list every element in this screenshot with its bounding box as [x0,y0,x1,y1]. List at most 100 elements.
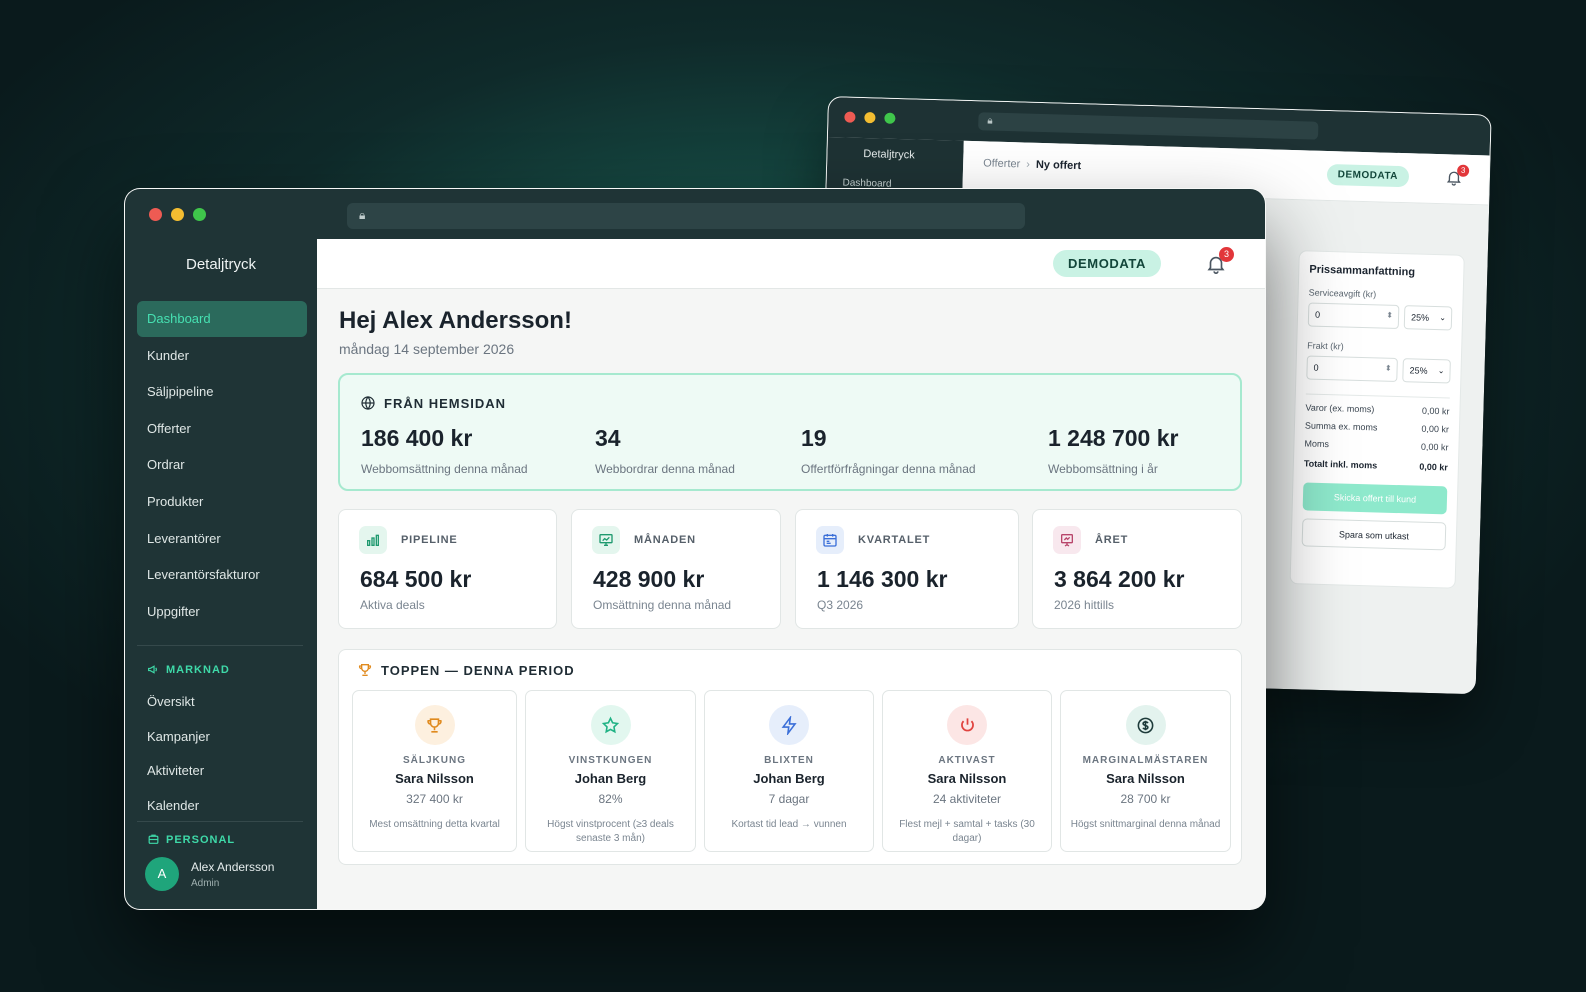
total-value: 0,00 kr [1419,461,1449,473]
sidebar-item-sales-pipeline[interactable]: Säljpipeline [137,374,307,410]
award-winner: Johan Berg [574,771,647,786]
stepper-icon[interactable]: ⬍ [1385,364,1392,373]
user-profile[interactable]: A Alex Andersson Admin [145,857,274,891]
close-window-button[interactable] [149,208,162,221]
award-icon-wrap [1125,705,1166,745]
award-card[interactable]: BLIXTEN Johan Berg 7 dagar Kortast tid l… [704,690,874,852]
notification-badge: 3 [1456,164,1470,177]
sidebar-item-calendar[interactable]: Kalender [137,789,307,823]
window-controls [844,111,896,124]
service-fee-input[interactable]: 0 ⬍ [1307,302,1400,330]
kpi-card-year[interactable]: ÅRET 3 864 200 kr 2026 hittills [1032,509,1242,629]
sidebar-item-campaigns[interactable]: Kampanjer [137,720,307,754]
award-winner: Sara Nilsson [1106,771,1185,786]
sidebar-item-tasks[interactable]: Uppgifter [137,594,307,630]
kpi-card-month[interactable]: MÅNADEN 428 900 kr Omsättning denna måna… [571,509,781,629]
send-quote-button[interactable]: Skicka offert till kund [1302,482,1448,515]
maximize-window-button[interactable] [884,112,896,124]
award-winner: Sara Nilsson [927,771,1007,786]
power-icon [960,717,974,731]
service-fee-vat-select[interactable]: 25% ⌄ [1403,305,1453,331]
window-controls [149,208,206,221]
top-performers-title: TOPPEN — DENNA PERIOD [381,662,575,678]
dashboard-main: Hej Alex Andersson! måndag 14 september … [317,289,1265,909]
chevron-down-icon: ⌄ [1439,313,1447,323]
web-stat-label: Webbomsättning i år [1048,462,1158,476]
price-summary-title: Prissammanfattning [1309,263,1416,279]
kpi-label: ÅRET [1095,534,1129,546]
shipping-input[interactable]: 0 ⬍ [1306,355,1398,383]
lightning-icon [781,715,797,735]
award-value: 82% [598,792,623,806]
total-row: Totalt inkl. moms 0,00 kr [1304,458,1448,472]
shipping-vat-select[interactable]: 25% ⌄ [1402,358,1451,384]
stepper-icon[interactable]: ⬍ [1386,311,1393,320]
award-icon-wrap [590,705,631,745]
sidebar-item-activities[interactable]: Aktiviteter [137,754,307,788]
web-stat-label: Offertförfrågningar denna månad [801,462,976,476]
kpi-card-quarter[interactable]: KVARTALET 1 146 300 kr Q3 2026 [795,509,1019,629]
save-draft-button[interactable]: Spara som utkast [1301,518,1447,551]
address-bar[interactable]: 🔒︎ [347,203,1025,229]
service-fee-vat-value: 25% [1410,312,1430,323]
web-stat-label: Webbomsättning denna månad [361,462,528,476]
summary-label: Moms [1304,438,1330,450]
kpi-card-pipeline[interactable]: PIPELINE 684 500 kr Aktiva deals [338,509,557,629]
award-title: VINSTKUNGEN [568,755,653,766]
section-marketing: MARKNAD [147,663,230,676]
maximize-window-button[interactable] [193,208,206,221]
section-staff: PERSONAL [147,833,235,846]
globe-icon [361,396,375,410]
sidebar-item-supplier-invoices[interactable]: Leverantörsfakturor [137,557,307,593]
sidebar-divider [137,645,303,646]
breadcrumb-parent[interactable]: Offerter [983,157,1020,170]
back-address-bar[interactable]: 🔒︎ [978,112,1319,140]
award-winner: Johan Berg [753,771,825,786]
kpi-value: 3 864 200 kr [1054,566,1185,592]
sidebar-divider [137,821,303,822]
service-fee-label: Serviceavgift (kr) [1308,287,1377,300]
award-card[interactable]: AKTIVAST Sara Nilsson 24 aktiviteter Fle… [882,690,1052,852]
sidebar-item-products[interactable]: Produkter [137,484,307,520]
user-name: Alex Andersson [191,859,275,874]
award-title: MARGINALMÄSTAREN [1082,755,1209,766]
award-card[interactable]: SÄLJKUNG Sara Nilsson 327 400 kr Mest om… [352,690,517,852]
sidebar-item-quotes[interactable]: Offerter [137,411,307,447]
price-summary-card: Prissammanfattning Serviceavgift (kr) 0 ⬍… [1289,250,1465,589]
sidebar-item-overview[interactable]: Översikt [137,685,307,719]
award-description: Flest mejl + samtal + tasks (30 dagar) [899,819,1035,844]
web-stat-value: 19 [801,425,827,451]
award-value: 7 dagar [768,792,810,806]
close-window-button[interactable] [844,111,856,123]
sidebar-item-orders[interactable]: Ordrar [137,447,307,483]
window-titlebar: 🔒︎ [125,189,1265,239]
chevron-right-icon: › [1026,158,1031,171]
award-card[interactable]: VINSTKUNGEN Johan Berg 82% Högst vinstpr… [525,690,696,852]
minimize-window-button[interactable] [171,208,184,221]
summary-value: 0,00 kr [1421,423,1450,435]
back-brand: Detaljtryck [863,148,915,162]
award-icon-wrap [414,705,455,745]
divider [1305,393,1450,399]
top-performers-card: TOPPEN — DENNA PERIOD SÄLJKUNG Sara Nils… [338,649,1242,865]
sidebar-item-suppliers[interactable]: Leverantörer [137,521,307,557]
monitor-chart-icon [599,534,613,546]
marketing-nav: Översikt Kampanjer Aktiviteter Kalender [137,685,307,823]
topbar: DEMODATA 3 [317,239,1265,289]
sidebar-item-dashboard[interactable]: Dashboard [137,301,307,337]
kpi-subtitle: Aktiva deals [360,598,425,612]
summary-value: 0,00 kr [1420,441,1449,453]
kpi-icon-wrap [592,526,620,554]
summary-row: Summa ex. moms 0,00 kr [1305,420,1449,434]
demo-badge: DEMODATA [1326,163,1410,188]
award-card[interactable]: MARGINALMÄSTAREN Sara Nilsson 28 700 kr … [1060,690,1231,852]
section-marketing-label: MARKNAD [166,663,230,676]
sidebar-item-customers[interactable]: Kunder [137,338,307,374]
summary-row: Varor (ex. moms) 0,00 kr [1305,402,1449,416]
minimize-window-button[interactable] [864,112,876,124]
summary-label: Summa ex. moms [1304,420,1378,433]
kpi-value: 684 500 kr [360,566,472,592]
award-title: SÄLJKUNG [402,755,466,766]
award-winner: Sara Nilsson [395,771,474,786]
award-value: 24 aktiviteter [932,792,1002,806]
